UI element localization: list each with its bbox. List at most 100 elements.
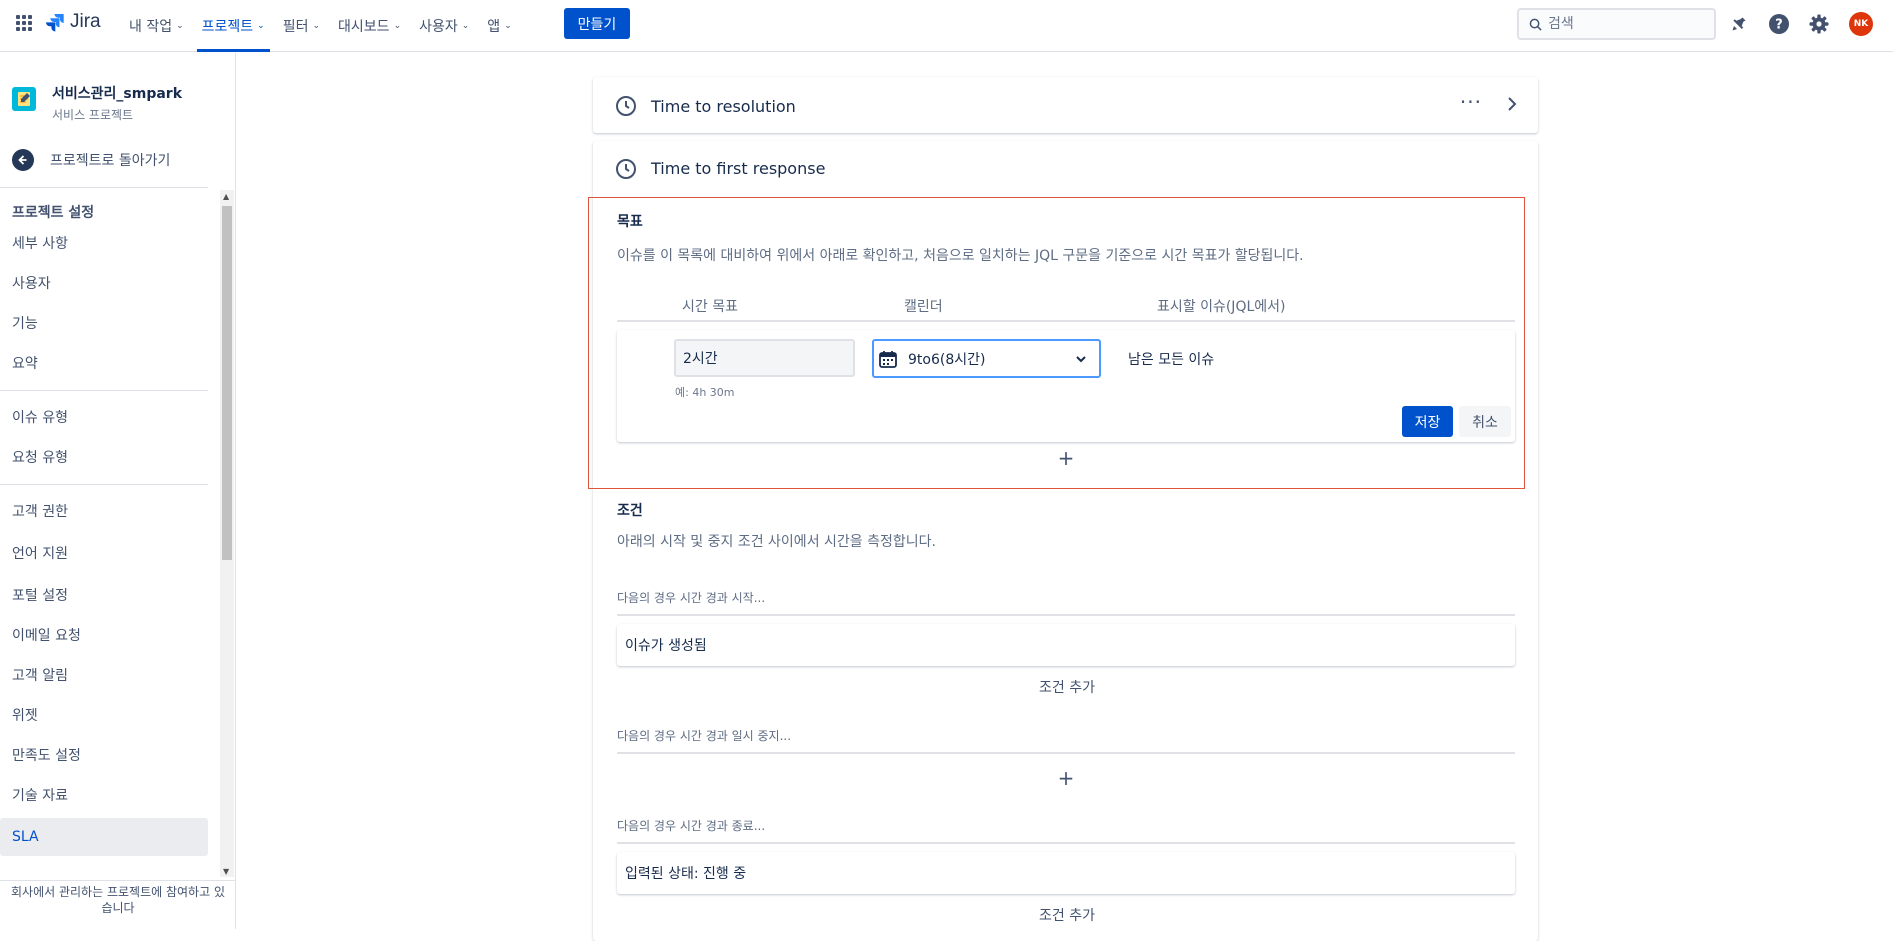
chevron-right-icon[interactable] bbox=[1506, 95, 1518, 113]
chevron-down-icon: ⌄ bbox=[257, 21, 265, 31]
chevron-down-icon: ⌄ bbox=[461, 21, 470, 31]
project-avatar bbox=[12, 87, 36, 111]
chevron-down-icon: ⌄ bbox=[504, 21, 512, 31]
calendar-value: 9to6(8시간) bbox=[908, 351, 986, 368]
menu-my-work[interactable]: 내 작업 ⌄ bbox=[120, 0, 193, 52]
back-to-projects-link[interactable]: 프로젝트로 돌아가기 bbox=[12, 149, 170, 171]
add-start-condition-button[interactable]: 조건 추가 bbox=[1017, 677, 1117, 697]
sidebar-item-widget[interactable]: 위젯 bbox=[0, 697, 208, 733]
more-options-icon[interactable]: ··· bbox=[1460, 92, 1482, 112]
sidebar-item-satisfaction-settings[interactable]: 만족도 설정 bbox=[0, 737, 208, 773]
back-label: 프로젝트로 돌아가기 bbox=[50, 153, 171, 169]
svg-text:?: ? bbox=[1775, 18, 1783, 33]
search-box[interactable] bbox=[1517, 8, 1716, 40]
divider bbox=[0, 187, 208, 188]
scroll-down-arrow-icon[interactable]: ▼ bbox=[223, 867, 229, 876]
top-navigation: Jira 내 작업⌄ 프로젝트⌄ 필터⌄ 대시보드⌄ 사용자⌄ 앱⌄ 만들기 ? bbox=[0, 0, 1893, 52]
sidebar-item-issue-types[interactable]: 이슈 유형 bbox=[0, 399, 208, 435]
goals-description: 이슈를 이 목록에 대비하여 위에서 아래로 확인하고, 처음으로 일치하는 J… bbox=[617, 248, 1304, 264]
calendar-select[interactable]: 9to6(8시간) bbox=[872, 339, 1101, 378]
app-switcher-icon[interactable] bbox=[16, 15, 32, 31]
sidebar-item-language-support[interactable]: 언어 지원 bbox=[0, 535, 208, 571]
user-avatar[interactable]: NK bbox=[1849, 12, 1873, 36]
sidebar-item-summary[interactable]: 요약 bbox=[0, 345, 208, 381]
col-header-time-goal: 시간 목표 bbox=[682, 299, 738, 315]
col-header-jql: 표시할 이슈(JQL에서) bbox=[1157, 299, 1286, 315]
project-type: 서비스 프로젝트 bbox=[52, 108, 134, 122]
sidebar-item-features[interactable]: 기능 bbox=[0, 305, 208, 341]
clock-icon bbox=[616, 96, 636, 116]
scroll-up-arrow-icon[interactable]: ▲ bbox=[223, 192, 229, 201]
menu-label: 내 작업 bbox=[129, 19, 173, 35]
menu-label: 필터 bbox=[282, 19, 309, 35]
sidebar-scrollbar[interactable]: ▲ ▼ bbox=[220, 190, 234, 877]
cancel-button[interactable]: 취소 bbox=[1459, 406, 1511, 437]
sidebar: 서비스관리_smpark 서비스 프로젝트 프로젝트로 돌아가기 프로젝트 설정… bbox=[0, 53, 236, 929]
search-input[interactable] bbox=[1548, 16, 1698, 32]
main-content: Time to resolution ··· Time to first res… bbox=[237, 53, 1893, 941]
create-button[interactable]: 만들기 bbox=[564, 8, 630, 39]
divider bbox=[0, 880, 236, 881]
jira-logo-icon bbox=[46, 14, 64, 32]
menu-label: 대시보드 bbox=[338, 19, 390, 35]
main-menu: 내 작업 ⌄ 프로젝트 ⌄ 필터 ⌄ 대시보드 ⌄ 사용자 ⌄ 앱 ⌄ bbox=[120, 0, 521, 52]
project-name: 서비스관리_smpark bbox=[52, 86, 183, 102]
add-pause-condition-plus-icon[interactable]: + bbox=[1056, 768, 1076, 788]
add-stop-condition-button[interactable]: 조건 추가 bbox=[1017, 905, 1117, 925]
project-header[interactable]: 서비스관리_smpark 서비스 프로젝트 bbox=[12, 83, 182, 123]
logo-text: Jira bbox=[70, 11, 101, 32]
help-icon[interactable]: ? bbox=[1767, 12, 1791, 36]
stop-condition-label: 다음의 경우 시간 경과 종료... bbox=[617, 819, 766, 833]
sidebar-item-email-requests[interactable]: 이메일 요청 bbox=[0, 617, 208, 653]
sidebar-item-request-types[interactable]: 요청 유형 bbox=[0, 439, 208, 475]
divider bbox=[617, 752, 1515, 754]
conditions-title: 조건 bbox=[617, 503, 643, 519]
menu-people[interactable]: 사용자 ⌄ bbox=[410, 0, 478, 52]
calendar-icon bbox=[879, 350, 897, 368]
divider bbox=[0, 484, 208, 485]
jira-logo[interactable]: Jira bbox=[45, 11, 101, 33]
notifications-icon[interactable] bbox=[1727, 12, 1751, 36]
menu-label: 사용자 bbox=[419, 19, 458, 35]
menu-label: 프로젝트 bbox=[201, 19, 254, 35]
start-condition-row[interactable]: 이슈가 생성됨 bbox=[617, 624, 1515, 666]
chevron-down-icon bbox=[1076, 355, 1086, 362]
pause-condition-label: 다음의 경우 시간 경과 일시 중지... bbox=[617, 729, 792, 743]
stop-condition-row[interactable]: 입력된 상태: 진행 중 bbox=[617, 852, 1515, 894]
sidebar-item-customer-permissions[interactable]: 고객 권한 bbox=[0, 493, 208, 529]
scroll-thumb[interactable] bbox=[222, 206, 232, 560]
sidebar-item-sla[interactable]: SLA bbox=[0, 818, 208, 856]
sidebar-item-knowledge-base[interactable]: 기술 자료 bbox=[0, 777, 208, 813]
menu-label: 앱 bbox=[487, 19, 501, 35]
time-goal-input[interactable] bbox=[674, 339, 855, 377]
bell-icon bbox=[1732, 17, 1746, 31]
menu-dashboards[interactable]: 대시보드 ⌄ bbox=[329, 0, 410, 52]
goals-title: 목표 bbox=[617, 214, 643, 230]
conditions-description: 아래의 시작 및 중지 조건 사이에서 시간을 측정합니다. bbox=[617, 534, 936, 550]
divider bbox=[617, 842, 1515, 844]
sidebar-item-details[interactable]: 세부 사항 bbox=[0, 225, 208, 261]
gear-icon bbox=[1809, 14, 1829, 34]
divider bbox=[0, 390, 208, 391]
sidebar-item-portal-settings[interactable]: 포털 설정 bbox=[0, 577, 208, 613]
chevron-down-icon: ⌄ bbox=[312, 21, 321, 31]
sla-card-time-to-resolution[interactable]: Time to resolution ··· bbox=[593, 77, 1538, 133]
menu-apps[interactable]: 앱 ⌄ bbox=[478, 0, 520, 52]
search-icon bbox=[1529, 18, 1542, 31]
clock-icon bbox=[616, 158, 636, 179]
save-button[interactable]: 저장 bbox=[1402, 406, 1453, 437]
menu-filters[interactable]: 필터 ⌄ bbox=[274, 0, 329, 52]
divider bbox=[617, 614, 1515, 616]
sidebar-item-customer-notifications[interactable]: 고객 알림 bbox=[0, 657, 208, 693]
settings-icon[interactable] bbox=[1807, 12, 1831, 36]
arrow-left-icon bbox=[12, 149, 34, 171]
menu-projects[interactable]: 프로젝트 ⌄ bbox=[193, 0, 274, 52]
sla-title: Time to first response bbox=[651, 159, 826, 178]
chevron-down-icon: ⌄ bbox=[393, 21, 402, 31]
col-header-calendar: 캘린더 bbox=[904, 299, 943, 315]
divider bbox=[617, 320, 1515, 322]
add-goal-plus-icon[interactable]: + bbox=[1056, 448, 1076, 468]
sidebar-item-people[interactable]: 사용자 bbox=[0, 265, 208, 301]
time-goal-hint: 예: 4h 30m bbox=[675, 386, 735, 399]
jql-value: 남은 모든 이슈 bbox=[1128, 352, 1215, 368]
